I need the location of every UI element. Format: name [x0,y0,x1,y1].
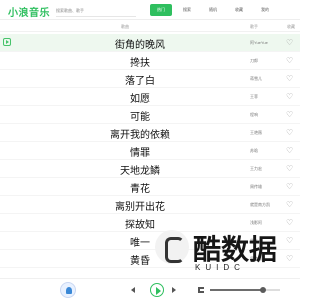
song-singer: 阿YueYue [250,40,268,45]
tab-hot[interactable]: 热门 [150,4,172,16]
song-singer: 周传雄 [250,184,262,189]
song-title: 落了白 [125,76,155,87]
table-row[interactable]: 天地龙鳞 王力宏 ♡ [0,160,300,178]
previous-icon[interactable] [130,287,136,293]
table-header: 歌曲 歌手 收藏 [0,21,300,32]
song-title: 可能 [130,112,150,123]
table-row[interactable]: 落了白 蒋雪儿 ♡ [0,70,300,88]
table-row[interactable]: 离别开出花 就是南方凯 ♡ [0,196,300,214]
watermark-logo [155,230,189,264]
table-row[interactable]: 街角的晚风 阿YueYue ♡ [0,34,300,52]
tab-favorites[interactable]: 收藏 [228,4,250,16]
song-title: 情罪 [130,148,150,159]
app-logo: 小浪音乐 [8,8,50,19]
table-row[interactable]: 离开我的依赖 王艳薇 ♡ [0,124,300,142]
song-singer: 程响 [250,112,258,117]
song-singer: 王菲 [250,94,258,99]
playback-controls [130,283,180,297]
search-underline [56,16,136,17]
table-row[interactable]: 情罪 苏晗 ♡ [0,142,300,160]
song-title: 如愿 [130,94,150,105]
heart-icon[interactable]: ♡ [286,147,294,155]
heart-icon[interactable]: ♡ [286,129,294,137]
table-row[interactable]: 搀扶 刀郎 ♡ [0,52,300,70]
watermark-subtitle: KUIDC [195,263,245,272]
song-title: 青花 [130,184,150,195]
song-title: 离开我的依赖 [110,130,170,141]
song-title: 搀扶 [130,58,150,69]
heart-icon[interactable]: ♡ [286,75,294,83]
heart-icon[interactable]: ♡ [286,39,294,47]
table-row[interactable]: 青花 周传雄 ♡ [0,178,300,196]
watermark: 酷数据 KUIDC [155,220,300,280]
song-singer: 苏晗 [250,148,258,153]
volume-icon[interactable] [198,287,204,293]
heart-icon[interactable]: ♡ [286,111,294,119]
play-button[interactable] [150,283,164,297]
volume-slider[interactable] [210,287,280,293]
column-favorite: 收藏 [287,24,295,29]
heart-icon[interactable]: ♡ [286,183,294,191]
table-row[interactable]: 可能 程响 ♡ [0,106,300,124]
song-title: 离别开出花 [115,202,165,213]
search-input[interactable] [56,5,130,16]
top-bar: 小浪音乐 热门 搜索 随机 收藏 我的 [0,0,300,20]
column-title: 歌曲 [121,24,129,29]
song-singer: 王力宏 [250,166,262,171]
heart-icon[interactable]: ♡ [286,165,294,173]
song-title: 天地龙鳞 [120,166,160,177]
playing-icon [3,38,11,46]
heart-icon[interactable]: ♡ [286,93,294,101]
song-singer: 刀郎 [250,58,258,63]
tab-random[interactable]: 随机 [202,4,224,16]
volume-fill [210,289,264,291]
tab-mine[interactable]: 我的 [254,4,276,16]
column-singer: 歌手 [250,24,258,29]
table-row[interactable]: 如愿 王菲 ♡ [0,88,300,106]
nav-tabs: 热门 搜索 随机 收藏 我的 [150,4,276,16]
next-icon[interactable] [171,287,177,293]
album-art [60,282,76,298]
heart-icon[interactable]: ♡ [286,201,294,209]
song-singer: 蒋雪儿 [250,76,262,81]
heart-icon[interactable]: ♡ [286,57,294,65]
watermark-text: 酷数据 [193,234,278,265]
volume-handle[interactable] [260,287,267,293]
player-bar [0,278,300,300]
tab-search[interactable]: 搜索 [176,4,198,16]
song-singer: 就是南方凯 [250,202,270,207]
song-title: 街角的晚风 [115,40,165,51]
song-singer: 王艳薇 [250,130,262,135]
